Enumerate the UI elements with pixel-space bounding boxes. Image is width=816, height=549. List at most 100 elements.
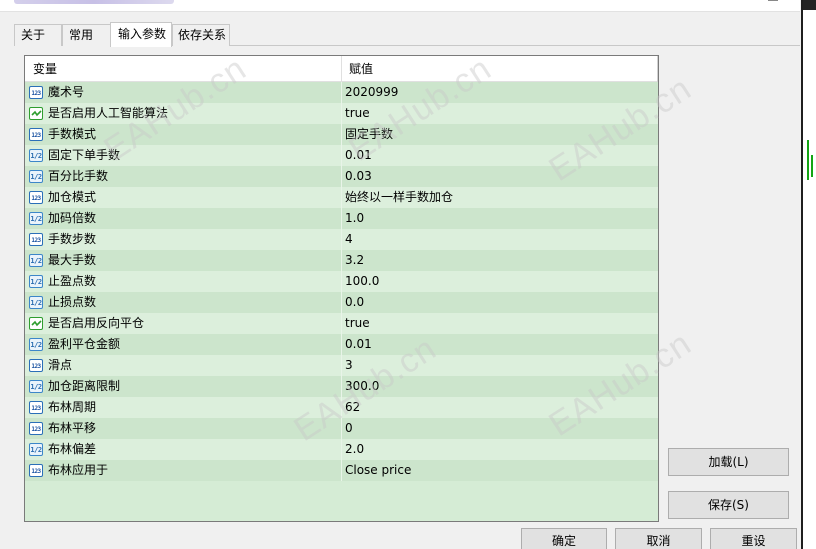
integer-param-icon: 123 [29, 359, 43, 372]
window-title-obscured [14, 0, 174, 4]
param-value[interactable]: 2020999 [345, 82, 398, 103]
param-value[interactable]: 4 [345, 229, 353, 250]
param-value[interactable]: 固定手数 [345, 124, 393, 145]
bool-param-icon [29, 107, 43, 120]
grid-header: 变量 赋值 [25, 56, 658, 82]
column-divider [341, 334, 342, 355]
table-row[interactable]: 1/2 百分比手数 0.03 [25, 166, 658, 187]
integer-param-icon: 123 [29, 86, 43, 99]
param-name: 魔术号 [48, 85, 85, 99]
column-divider [341, 82, 342, 103]
cancel-button[interactable]: 取消 [615, 528, 702, 549]
param-name: 固定下单手数 [48, 148, 121, 162]
param-value[interactable]: 300.0 [345, 376, 379, 397]
load-button[interactable]: 加载(L) [668, 448, 789, 476]
double-param-icon: 1/2 [29, 170, 43, 183]
integer-param-icon: 123 [29, 233, 43, 246]
table-row[interactable]: 123 布林平移 0 [25, 418, 658, 439]
param-value[interactable]: 1.0 [345, 208, 364, 229]
column-divider [341, 250, 342, 271]
save-button[interactable]: 保存(S) [668, 491, 789, 519]
table-row[interactable]: 1/2 布林偏差 2.0 [25, 439, 658, 460]
double-param-icon: 1/2 [29, 275, 43, 288]
column-divider [341, 418, 342, 439]
tab-common[interactable]: 常用 [62, 24, 111, 46]
param-value[interactable]: 始终以一样手数加仓 [345, 187, 453, 208]
table-row[interactable]: 123 手数步数 4 [25, 229, 658, 250]
column-divider [341, 397, 342, 418]
param-value[interactable]: 0.01 [345, 334, 372, 355]
param-value[interactable]: 62 [345, 397, 360, 418]
chart-edge-top [803, 0, 816, 10]
param-value[interactable]: 100.0 [345, 271, 379, 292]
param-name: 百分比手数 [48, 169, 109, 183]
param-name: 布林应用于 [48, 463, 109, 477]
double-param-icon: 1/2 [29, 149, 43, 162]
column-divider [341, 166, 342, 187]
table-row[interactable]: 1/2 加码倍数 1.0 [25, 208, 658, 229]
window-titlebar [0, 0, 800, 12]
candle-mark [807, 140, 809, 180]
grid-rows: 123 魔术号 2020999 是否启用人工智能算法 true 123 手数模式 固定手数 1/… [25, 82, 658, 481]
table-row[interactable]: 1/2 最大手数 3.2 [25, 250, 658, 271]
param-name: 止盈点数 [48, 274, 97, 288]
param-value[interactable]: 0 [345, 418, 353, 439]
tab-inputs[interactable]: 输入参数 [110, 22, 172, 47]
param-name: 加仓模式 [48, 190, 97, 204]
param-value[interactable]: 0.01 [345, 145, 372, 166]
table-row[interactable]: 1/2 加仓距离限制 300.0 [25, 376, 658, 397]
param-name: 手数模式 [48, 127, 97, 141]
table-row[interactable]: 1/2 止损点数 0.0 [25, 292, 658, 313]
reset-button[interactable]: 重设 [710, 528, 797, 549]
column-divider [341, 460, 342, 481]
column-divider [341, 229, 342, 250]
table-row[interactable]: 123 魔术号 2020999 [25, 82, 658, 103]
tab-dependencies[interactable]: 依存关系 [172, 24, 230, 46]
param-value[interactable]: 3 [345, 355, 353, 376]
column-divider [341, 292, 342, 313]
param-name: 盈利平仓金额 [48, 337, 121, 351]
tab-about[interactable]: 关于 [14, 24, 62, 46]
table-row[interactable]: 123 加仓模式 始终以一样手数加仓 [25, 187, 658, 208]
param-value[interactable]: Close price [345, 460, 411, 481]
candle-mark [811, 155, 813, 177]
table-row[interactable]: 123 布林周期 62 [25, 397, 658, 418]
table-row[interactable]: 1/2 止盈点数 100.0 [25, 271, 658, 292]
param-value[interactable]: 2.0 [345, 439, 364, 460]
param-name: 布林周期 [48, 400, 97, 414]
integer-param-icon: 123 [29, 401, 43, 414]
param-name: 滑点 [48, 358, 73, 372]
table-row[interactable]: 1/2 固定下单手数 0.01 [25, 145, 658, 166]
table-row[interactable]: 123 滑点 3 [25, 355, 658, 376]
double-param-icon: 1/2 [29, 254, 43, 267]
double-param-icon: 1/2 [29, 380, 43, 393]
param-value[interactable]: 3.2 [345, 250, 364, 271]
column-divider [341, 439, 342, 460]
table-row[interactable]: 123 布林应用于 Close price [25, 460, 658, 481]
column-divider [341, 271, 342, 292]
table-row[interactable]: 是否启用反向平仓 true [25, 313, 658, 334]
column-header-variable[interactable]: 变量 [25, 56, 57, 82]
column-divider [341, 187, 342, 208]
integer-param-icon: 123 [29, 128, 43, 141]
column-divider [341, 103, 342, 124]
ok-button[interactable]: 确定 [521, 528, 607, 549]
param-name: 布林偏差 [48, 442, 97, 456]
input-parameters-grid: 变量 赋值 123 魔术号 2020999 是否启用人工智能算法 true 123 手数模式… [24, 55, 659, 522]
param-name: 最大手数 [48, 253, 97, 267]
param-value[interactable]: true [345, 103, 370, 124]
param-value[interactable]: true [345, 313, 370, 334]
param-value[interactable]: 0.0 [345, 292, 364, 313]
close-icon[interactable] [768, 0, 778, 1]
table-row[interactable]: 123 手数模式 固定手数 [25, 124, 658, 145]
param-name: 是否启用反向平仓 [48, 316, 145, 330]
bool-param-icon [29, 317, 43, 330]
param-name: 手数步数 [48, 232, 97, 246]
dialog-root: 关于 常用 输入参数 依存关系 变量 赋值 123 魔术号 2020999 是否启用人… [0, 0, 816, 549]
integer-param-icon: 123 [29, 422, 43, 435]
table-row[interactable]: 1/2 盈利平仓金额 0.01 [25, 334, 658, 355]
double-param-icon: 1/2 [29, 338, 43, 351]
param-value[interactable]: 0.03 [345, 166, 372, 187]
table-row[interactable]: 是否启用人工智能算法 true [25, 103, 658, 124]
column-header-value[interactable]: 赋值 [341, 56, 373, 82]
